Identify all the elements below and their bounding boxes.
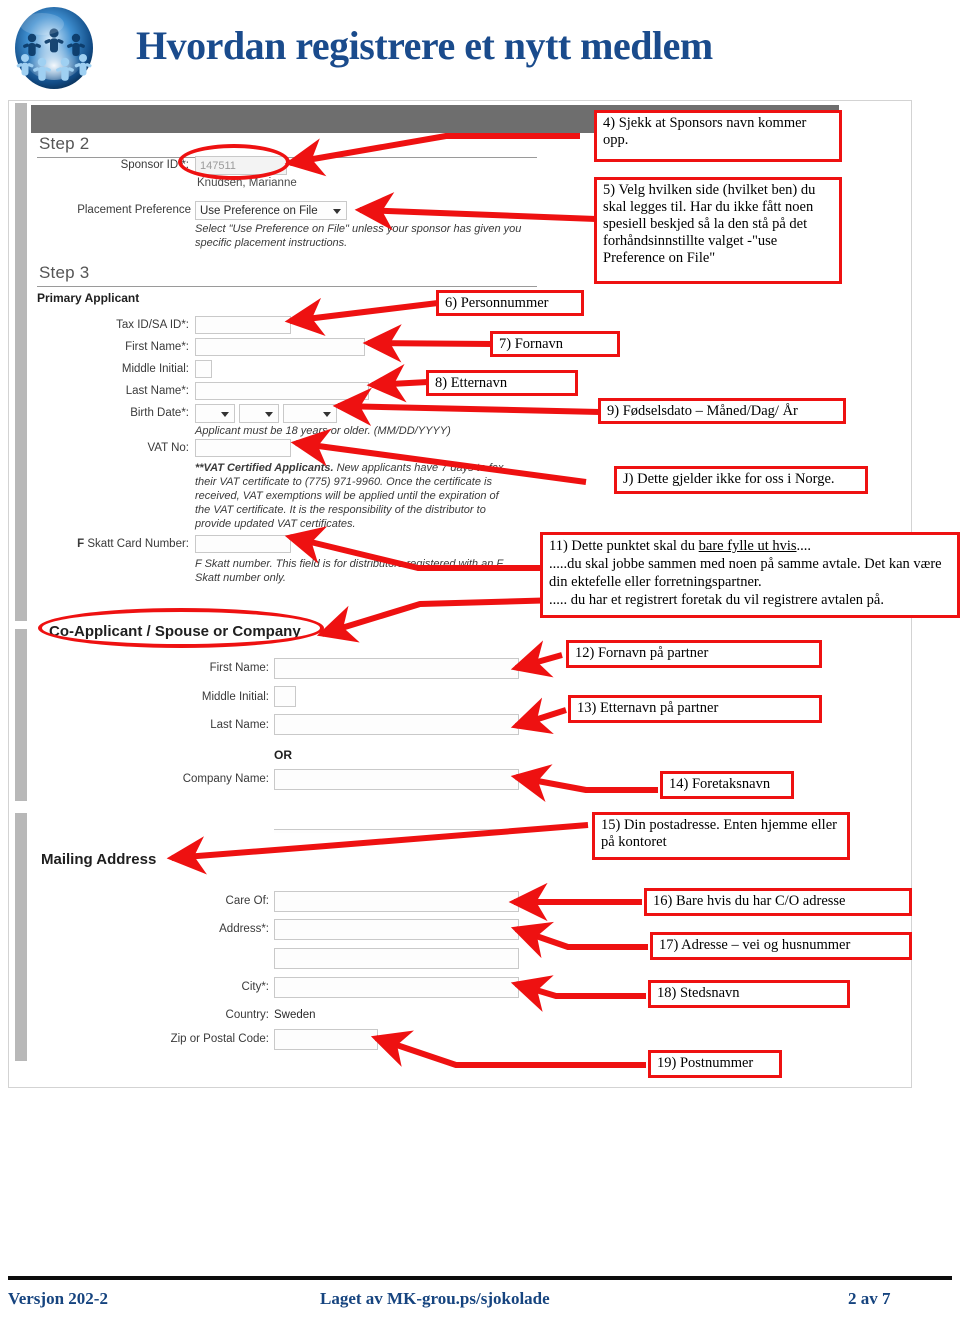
people-circle-globe-logo <box>8 4 100 92</box>
tax-id-input[interactable] <box>195 316 291 334</box>
tax-id-label: Tax ID/SA ID*: <box>116 319 189 331</box>
callout-16: 16) Bare hvis du har C/O adresse <box>644 888 912 916</box>
last-name-input[interactable] <box>195 382 369 400</box>
or-label: OR <box>274 748 292 762</box>
fskatt-label: F Skatt Card Number: <box>59 538 189 550</box>
fskatt-helper: F Skatt number. This field is for distri… <box>195 557 515 585</box>
care-of-input[interactable] <box>274 891 519 912</box>
birth-month-select[interactable] <box>195 404 235 423</box>
callout-8: 8) Etternavn <box>426 370 578 396</box>
placement-preference-helper: Select "Use Preference on File" unless y… <box>195 223 522 249</box>
placement-preference-select[interactable]: Use Preference on File <box>195 201 347 220</box>
callout-5: 5) Velg hvilken side (hvilket ben) du sk… <box>594 177 842 284</box>
birth-date-label: Birth Date*: <box>130 407 189 419</box>
company-name-input[interactable] <box>274 769 519 790</box>
step3-divider <box>37 286 537 287</box>
country-label: Country: <box>225 1009 269 1021</box>
callout-19: 19) Postnummer <box>648 1050 782 1078</box>
birth-date-helper: Applicant must be 18 years or older. (MM… <box>195 425 451 437</box>
fskatt-label-rest: Skatt Card Number: <box>87 538 189 550</box>
callout-6: 6) Personnummer <box>436 290 584 316</box>
callout-J: J) Dette gjelder ikke for oss i Norge. <box>614 466 868 494</box>
sponsor-id-highlight-ellipse <box>178 144 290 180</box>
primary-applicant-heading: Primary Applicant <box>37 291 140 305</box>
placement-preference-value: Use Preference on File <box>200 205 318 217</box>
callout-18: 18) Stedsnavn <box>648 980 850 1008</box>
coapplicant-middle-initial-label: Middle Initial: <box>201 691 269 703</box>
address-line1-input[interactable] <box>274 919 519 940</box>
callout-11: 11) Dette punktet skal du bare fylle ut … <box>540 532 960 618</box>
callout-11-line1-underlined: bare fylle ut hvis <box>698 538 797 554</box>
coapplicant-first-name-input[interactable] <box>274 658 519 679</box>
chevron-down-icon <box>265 412 273 417</box>
fskatt-helper-text: F Skatt number. This field is for distri… <box>195 558 503 584</box>
first-name-input[interactable] <box>195 338 365 356</box>
chevron-down-icon <box>221 412 229 417</box>
country-value: Sweden <box>274 1009 316 1021</box>
fskatt-label-bold: F <box>77 538 85 550</box>
vat-helper-bold: **VAT Certified Applicants. <box>195 462 334 474</box>
coapplicant-middle-initial-input[interactable] <box>274 686 296 707</box>
zip-label: Zip or Postal Code: <box>170 1033 269 1045</box>
coapplicant-first-name-label: First Name: <box>209 662 269 674</box>
callout-11-line1-b: .... <box>796 538 812 554</box>
callout-7: 7) Fornavn <box>490 331 620 357</box>
vat-no-label: VAT No: <box>147 442 189 454</box>
callout-9: 9) Fødselsdato – Måned/Dag/ År <box>598 398 846 424</box>
callout-17: 17) Adresse – vei og husnummer <box>650 932 912 960</box>
coapplicant-heading-highlight-ellipse <box>38 608 324 648</box>
callout-14: 14) Foretaksnavn <box>660 771 794 799</box>
coapplicant-last-name-label: Last Name: <box>210 719 269 731</box>
callout-11-line3: ..... du har et registrert foretak du vi… <box>549 592 884 608</box>
mailing-divider-field <box>274 829 519 833</box>
chevron-down-icon <box>323 412 331 417</box>
middle-initial-label: Middle Initial: <box>121 363 189 375</box>
mailing-address-heading: Mailing Address <box>41 851 157 868</box>
form-left-rail-mid <box>15 629 27 801</box>
coapplicant-last-name-input[interactable] <box>274 714 519 735</box>
first-name-label: First Name*: <box>125 341 189 353</box>
form-left-rail-top <box>15 103 27 621</box>
sponsor-id-label: Sponsor ID *: <box>120 159 189 171</box>
footer-divider <box>8 1276 952 1280</box>
vat-no-input[interactable] <box>195 439 291 457</box>
callout-11-line1-a: 11) Dette punktet skal du <box>549 538 699 554</box>
birth-year-select[interactable] <box>283 404 337 423</box>
fskatt-card-number-input[interactable] <box>195 535 291 553</box>
middle-initial-input[interactable] <box>195 360 212 378</box>
form-left-rail-bottom <box>15 813 27 1061</box>
step2-heading: Step 2 <box>39 134 90 153</box>
address-label: Address*: <box>219 923 269 935</box>
callout-12: 12) Fornavn på partner <box>566 640 822 668</box>
callout-11-line2: .....du skal jobbe sammen med noen på sa… <box>549 556 942 590</box>
chevron-down-icon <box>333 209 341 214</box>
placement-preference-label: Placement Preference <box>77 204 191 216</box>
zip-input[interactable] <box>274 1029 378 1050</box>
birth-day-select[interactable] <box>239 404 279 423</box>
callout-4: 4) Sjekk at Sponsors navn kommer opp. <box>594 110 842 162</box>
page-header: Hvordan registrere et nytt medlem <box>0 0 960 96</box>
city-input[interactable] <box>274 977 519 998</box>
care-of-label: Care Of: <box>225 895 269 907</box>
callout-15: 15) Din postadresse. Enten hjemme eller … <box>592 812 850 860</box>
vat-helper: **VAT Certified Applicants. New applican… <box>195 461 515 531</box>
city-label: City*: <box>241 981 269 993</box>
last-name-label: Last Name*: <box>125 385 189 397</box>
step3-heading: Step 3 <box>39 263 90 282</box>
footer-credit: Laget av MK-grou.ps/sjokolade <box>320 1289 550 1308</box>
company-name-label: Company Name: <box>182 773 269 785</box>
page-title: Hvordan registrere et nytt medlem <box>136 23 713 68</box>
callout-13: 13) Etternavn på partner <box>568 695 822 723</box>
footer-version: Versjon 202-2 <box>8 1289 108 1308</box>
footer-page-number: 2 av 7 <box>848 1289 891 1308</box>
address-line2-input[interactable] <box>274 948 519 969</box>
